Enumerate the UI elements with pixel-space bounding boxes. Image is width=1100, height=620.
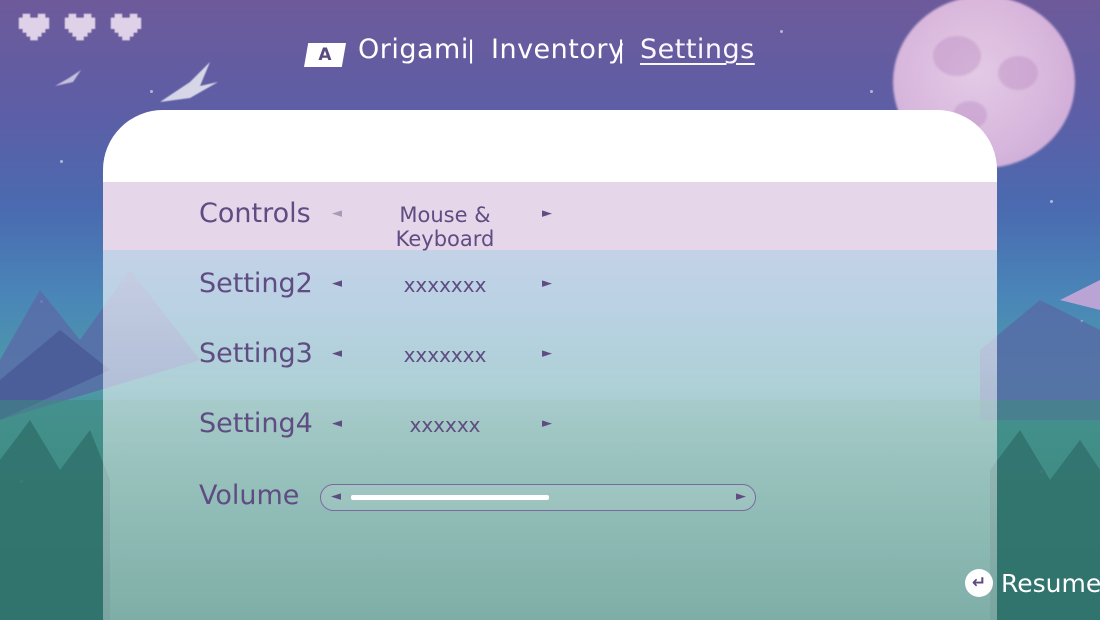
- setting-value: xxxxxxx: [403, 273, 487, 297]
- menu-tabs: A Origami | Inventory | Settings: [0, 30, 1100, 76]
- tab-separator: |: [617, 36, 626, 64]
- panel-header: [103, 110, 997, 182]
- volume-slider[interactable]: ◄ ►: [320, 484, 756, 511]
- arrow-left-icon[interactable]: ◄: [332, 416, 342, 431]
- setting-label: Setting4: [199, 408, 313, 439]
- arrow-right-icon[interactable]: ►: [542, 206, 552, 221]
- tab-settings[interactable]: Settings: [640, 34, 755, 65]
- settings-panel: Controls ◄ Mouse & Keyboard ► Setting2 ◄…: [103, 110, 997, 620]
- setting-row-setting2[interactable]: Setting2 ◄ xxxxxxx ►: [103, 252, 997, 320]
- setting-label: Setting2: [199, 268, 313, 299]
- tab-separator: |: [467, 36, 476, 64]
- setting-row-controls[interactable]: Controls ◄ Mouse & Keyboard ►: [103, 182, 997, 251]
- arrow-left-icon[interactable]: ◄: [332, 276, 342, 291]
- arrow-right-icon[interactable]: ►: [542, 346, 552, 361]
- arrow-left-icon[interactable]: ◄: [332, 206, 342, 221]
- key-hint-a: A: [304, 43, 346, 67]
- setting-row-volume: Volume ◄ ►: [103, 470, 997, 538]
- setting-label: Controls: [199, 198, 311, 229]
- setting-value: xxxxxxx: [403, 343, 487, 367]
- setting-row-setting4[interactable]: Setting4 ◄ xxxxxx ►: [103, 392, 997, 460]
- volume-fill: [351, 495, 549, 500]
- arrow-left-icon[interactable]: ◄: [332, 346, 342, 361]
- return-icon: ↵: [965, 569, 993, 597]
- setting-row-setting3[interactable]: Setting3 ◄ xxxxxxx ►: [103, 322, 997, 390]
- setting-label: Setting3: [199, 338, 313, 369]
- arrow-left-icon[interactable]: ◄: [331, 489, 341, 504]
- tab-origami[interactable]: Origami: [358, 34, 469, 65]
- setting-value: Mouse & Keyboard: [395, 203, 495, 251]
- arrow-right-icon[interactable]: ►: [542, 416, 552, 431]
- tab-inventory[interactable]: Inventory: [491, 34, 624, 65]
- arrow-right-icon[interactable]: ►: [542, 276, 552, 291]
- setting-value: xxxxxx: [409, 413, 481, 437]
- arrow-right-icon[interactable]: ►: [736, 489, 746, 504]
- resume-button[interactable]: ↵ Resume: [965, 568, 1100, 598]
- setting-label: Volume: [199, 480, 300, 511]
- resume-label: Resume: [1001, 568, 1100, 598]
